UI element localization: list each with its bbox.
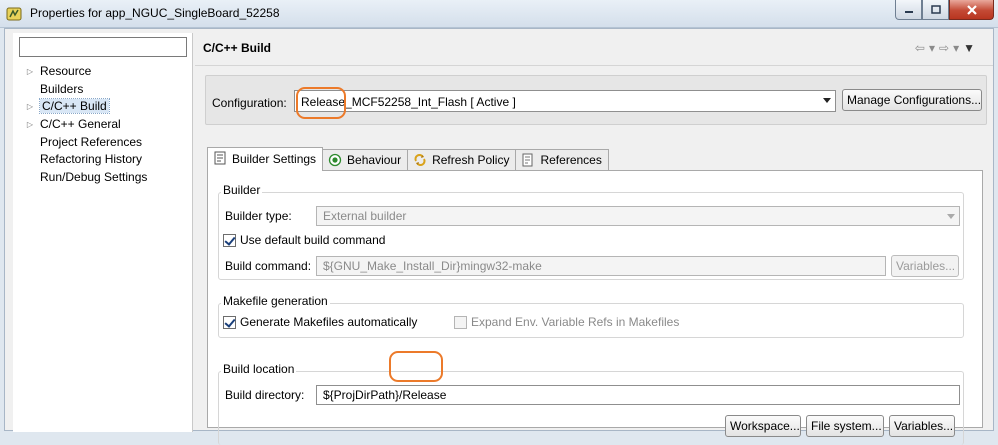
close-button[interactable] bbox=[949, 0, 994, 20]
expand-arrow-icon[interactable]: ▷ bbox=[25, 98, 35, 116]
build-location-group-title: Build location bbox=[221, 362, 297, 376]
window-title: Properties for app_NGUC_SingleBoard_5225… bbox=[30, 6, 280, 20]
dropdown-arrow-icon[interactable] bbox=[823, 98, 831, 103]
property-page: C/C++ Build ⇦ ▾ ⇨ ▾ ▼ Configuration: Rel… bbox=[195, 29, 993, 445]
file-system-button[interactable]: File system... bbox=[806, 415, 884, 437]
expand-env-refs-checkbox[interactable] bbox=[454, 316, 467, 329]
location-variables-button[interactable]: Variables... bbox=[889, 415, 955, 437]
use-default-build-command-label: Use default build command bbox=[240, 233, 386, 247]
filter-input[interactable] bbox=[19, 37, 187, 57]
back-arrow-icon[interactable]: ⇦ bbox=[915, 41, 925, 55]
close-icon bbox=[966, 4, 977, 15]
forward-menu-chevron-icon[interactable]: ▾ bbox=[953, 41, 959, 55]
title-bar: Properties for app_NGUC_SingleBoard_5225… bbox=[0, 0, 998, 28]
builder-settings-panel: Builder Builder type: External builder U… bbox=[207, 170, 983, 445]
expand-env-refs-label: Expand Env. Variable Refs in Makefiles bbox=[471, 315, 680, 329]
refresh-policy-icon bbox=[414, 154, 426, 166]
builder-group: Builder Builder type: External builder U… bbox=[218, 183, 964, 280]
eclipse-app-icon bbox=[6, 7, 22, 21]
generate-makefiles-checkbox[interactable] bbox=[223, 316, 236, 329]
workspace-button[interactable]: Workspace... bbox=[725, 415, 801, 437]
builder-type-select[interactable]: External builder bbox=[316, 206, 960, 226]
sidebar-item-resource[interactable]: ▷ Resource bbox=[13, 63, 193, 81]
configuration-select[interactable]: Release_MCF52258_Int_Flash [ Active ] bbox=[294, 90, 836, 112]
sidebar-item-cpp-build[interactable]: ▷ C/C++ Build bbox=[13, 98, 193, 116]
sidebar-item-project-references[interactable]: Project References bbox=[13, 134, 193, 152]
dropdown-arrow-icon bbox=[947, 214, 955, 219]
behaviour-icon bbox=[328, 153, 342, 167]
sidebar-item-cpp-general[interactable]: ▷ C/C++ General bbox=[13, 116, 193, 134]
tab-builder-settings[interactable]: Builder Settings bbox=[207, 147, 324, 171]
property-pages-tree: ▷ Resource Builders ▷ C/C++ Build ▷ C/C+… bbox=[13, 63, 193, 187]
build-command-value: ${GNU_Make_Install_Dir}mingw32-make bbox=[323, 259, 542, 273]
build-directory-field[interactable]: ${ProjDirPath}/Release bbox=[316, 385, 960, 405]
sidebar-item-run-debug-settings[interactable]: Run/Debug Settings bbox=[13, 169, 193, 187]
expand-arrow-icon[interactable]: ▷ bbox=[25, 63, 35, 81]
build-directory-label: Build directory: bbox=[225, 388, 305, 402]
tab-references[interactable]: References bbox=[515, 149, 609, 171]
tab-refresh-policy[interactable]: Refresh Policy bbox=[407, 149, 517, 171]
minimize-icon bbox=[904, 10, 913, 13]
sidebar-item-refactoring-history[interactable]: Refactoring History bbox=[13, 151, 193, 169]
expand-arrow-icon[interactable]: ▷ bbox=[25, 116, 35, 134]
header-separator bbox=[195, 65, 993, 66]
builder-variables-button[interactable]: Variables... bbox=[891, 255, 959, 277]
build-location-group: Build location Build directory: ${ProjDi… bbox=[218, 362, 964, 445]
page-navigation: ⇦ ▾ ⇨ ▾ ▼ bbox=[915, 41, 975, 55]
builder-settings-icon bbox=[214, 151, 226, 165]
minimize-button[interactable] bbox=[895, 0, 922, 20]
build-command-label: Build command: bbox=[225, 259, 312, 273]
sidebar-item-builders[interactable]: Builders bbox=[13, 81, 193, 99]
forward-arrow-icon[interactable]: ⇨ bbox=[939, 41, 949, 55]
build-directory-value: ${ProjDirPath}/Release bbox=[323, 388, 447, 402]
page-title: C/C++ Build bbox=[203, 41, 272, 55]
build-command-field[interactable]: ${GNU_Make_Install_Dir}mingw32-make bbox=[316, 256, 886, 276]
settings-tabs: Builder Settings Behaviour Refresh Polic… bbox=[207, 147, 609, 171]
builder-type-value: External builder bbox=[323, 209, 407, 223]
back-menu-chevron-icon[interactable]: ▾ bbox=[929, 41, 935, 55]
maximize-icon bbox=[930, 4, 941, 14]
dialog-client-area: ▷ Resource Builders ▷ C/C++ Build ▷ C/C+… bbox=[4, 28, 994, 445]
configuration-label: Configuration: bbox=[212, 96, 287, 110]
makefile-generation-group: Makefile generation Generate Makefiles a… bbox=[218, 294, 964, 338]
generate-makefiles-label: Generate Makefiles automatically bbox=[240, 315, 418, 329]
configuration-value: Release_MCF52258_Int_Flash [ Active ] bbox=[301, 95, 516, 109]
builder-type-label: Builder type: bbox=[225, 209, 292, 223]
manage-configurations-button[interactable]: Manage Configurations... bbox=[842, 89, 982, 111]
use-default-build-command-checkbox[interactable] bbox=[223, 234, 236, 247]
view-menu-icon[interactable]: ▼ bbox=[963, 41, 975, 55]
builder-group-title: Builder bbox=[221, 183, 263, 197]
property-pages-sidebar: ▷ Resource Builders ▷ C/C++ Build ▷ C/C+… bbox=[13, 33, 193, 432]
references-icon bbox=[522, 153, 533, 167]
window-controls bbox=[895, 0, 994, 21]
maximize-button[interactable] bbox=[922, 0, 949, 20]
tab-behaviour[interactable]: Behaviour bbox=[322, 149, 409, 171]
makefile-group-title: Makefile generation bbox=[221, 294, 330, 308]
configuration-bar: Configuration: Release_MCF52258_Int_Flas… bbox=[205, 75, 987, 125]
